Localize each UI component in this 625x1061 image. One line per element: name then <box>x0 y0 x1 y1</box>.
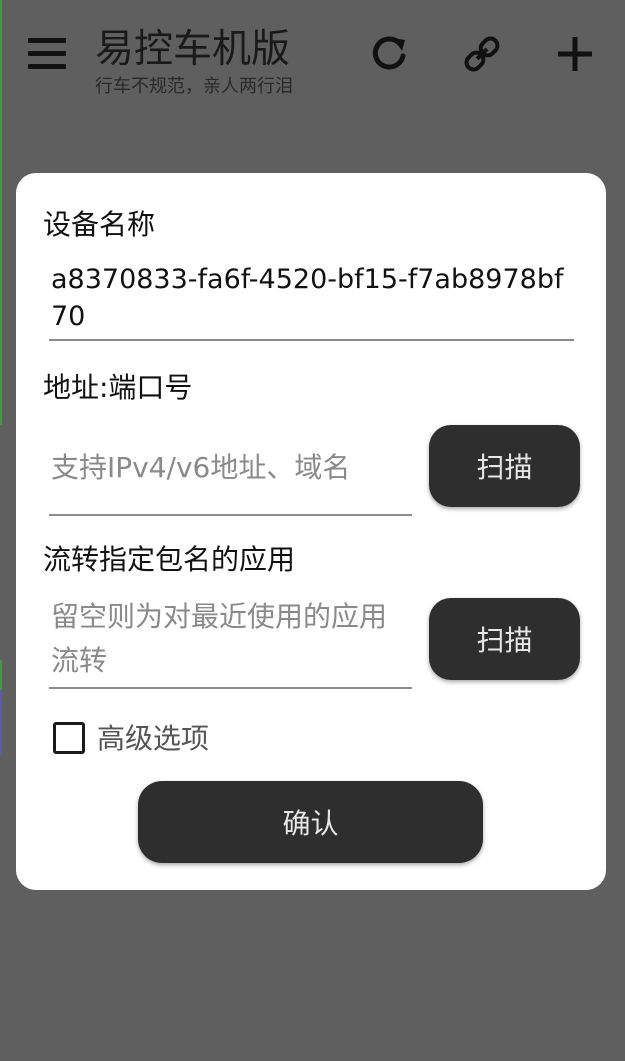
app-subtitle: 行车不规范，亲人两行泪 <box>95 76 293 97</box>
left-edge-accent <box>0 0 2 425</box>
device-name-value: a8370833-fa6f-4520-bf15-f7ab8978bf70 <box>51 264 564 332</box>
left-edge-accent <box>0 660 2 690</box>
device-name-label: 设备名称 <box>43 208 156 241</box>
link-icon[interactable] <box>460 32 504 76</box>
add-icon[interactable] <box>553 32 597 76</box>
scan-address-button[interactable]: 扫描 <box>429 425 580 507</box>
address-port-label: 地址:端口号 <box>43 371 193 404</box>
advanced-options-checkbox[interactable] <box>53 722 85 754</box>
advanced-options-label[interactable]: 高级选项 <box>97 717 209 757</box>
app-title: 易控车机版 <box>95 27 291 72</box>
address-placeholder: 支持IPv4/v6地址、域名 <box>51 451 351 484</box>
left-edge-accent <box>0 690 2 755</box>
add-device-dialog: 设备名称 a8370833-fa6f-4520-bf15-f7ab8978bf7… <box>16 173 606 890</box>
scan-app-button[interactable]: 扫描 <box>429 598 580 680</box>
refresh-icon[interactable] <box>367 32 411 76</box>
app-package-label: 流转指定包名的应用 <box>43 543 296 576</box>
app-package-placeholder: 留空则为对最近使用的应用流转 <box>51 600 388 677</box>
address-field[interactable]: 支持IPv4/v6地址、域名 <box>49 428 412 516</box>
device-name-field[interactable]: a8370833-fa6f-4520-bf15-f7ab8978bf70 <box>49 261 574 341</box>
app-package-field[interactable]: 留空则为对最近使用的应用流转 <box>49 593 412 689</box>
confirm-button[interactable]: 确认 <box>138 781 483 863</box>
menu-icon[interactable] <box>28 38 66 72</box>
